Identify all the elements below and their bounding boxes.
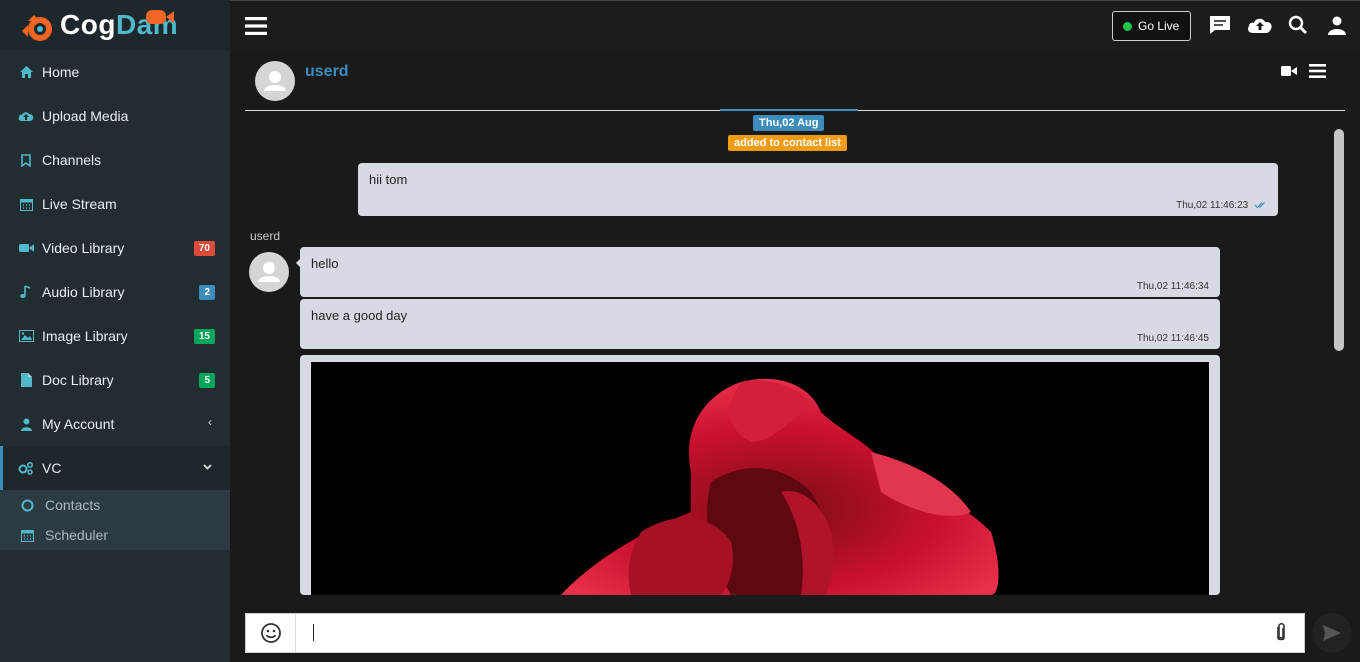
sidebar-item-label: VC: [42, 460, 62, 476]
submenu-item-scheduler[interactable]: Scheduler: [0, 520, 230, 550]
sidebar-item-video-library[interactable]: Video Library 70: [0, 226, 230, 270]
text-cursor: [313, 624, 314, 641]
contact-avatar[interactable]: [255, 61, 295, 101]
top-bar: Go Live: [230, 0, 1360, 51]
chat-panel: userd Thu,02 Aug added to contact list h…: [230, 51, 1360, 662]
camera-mini-icon: [146, 10, 174, 24]
sidebar-item-image-library[interactable]: Image Library 15: [0, 314, 230, 358]
cogs-icon: [18, 460, 34, 476]
smiley-icon: [260, 623, 281, 643]
bookmark-icon: [18, 152, 34, 168]
sidebar-item-home[interactable]: Home: [0, 50, 230, 94]
sidebar-item-audio-library[interactable]: Audio Library 2: [0, 270, 230, 314]
message-text: hii tom: [369, 172, 408, 187]
message-time: Thu,02 11:46:45: [1136, 333, 1209, 344]
sidebar-item-live-stream[interactable]: Live Stream: [0, 182, 230, 226]
date-divider: [720, 109, 858, 111]
sidebar-item-label: My Account: [42, 416, 115, 432]
live-dot-icon: [1123, 21, 1132, 31]
logo-icon: [22, 15, 52, 41]
rose-image[interactable]: [311, 362, 1209, 595]
sidebar-item-label: Audio Library: [42, 284, 125, 300]
message-incoming[interactable]: hello Thu,02 11:46:34: [300, 247, 1220, 297]
chat-menu-icon[interactable]: [1309, 64, 1326, 78]
read-check-icon: [1254, 202, 1265, 209]
circle-icon: [20, 498, 34, 512]
count-badge: 2: [199, 285, 215, 300]
chevron-down-icon: [203, 459, 212, 473]
message-time: Thu,02 11:46:34: [1136, 281, 1209, 292]
music-icon: [18, 284, 34, 300]
search-icon[interactable]: [1286, 13, 1310, 37]
sidebar-item-vc[interactable]: VC: [0, 446, 230, 490]
sidebar: CogDam Home Upload Media Channels Live S…: [0, 0, 230, 662]
user-icon: [18, 416, 34, 432]
image-icon: [18, 328, 34, 344]
sidebar-item-channels[interactable]: Channels: [0, 138, 230, 182]
send-button[interactable]: [1312, 613, 1352, 653]
chevron-left-icon: ‹: [208, 415, 212, 429]
calendar-icon: [20, 528, 34, 542]
message-outgoing[interactable]: hii tom Thu,02 11:46:23: [358, 163, 1278, 216]
rose-image-art: [561, 378, 999, 595]
count-badge: 15: [193, 329, 215, 344]
sidebar-item-my-account[interactable]: My Account ‹: [0, 402, 230, 446]
paperclip-icon[interactable]: [1274, 622, 1288, 644]
go-live-label: Go Live: [1138, 19, 1180, 33]
hamburger-menu-icon[interactable]: [245, 17, 267, 35]
contact-added-notice: added to contact list: [728, 135, 847, 151]
message-text: hello: [311, 256, 339, 271]
message-image[interactable]: [300, 355, 1220, 595]
go-live-button[interactable]: Go Live: [1112, 11, 1191, 41]
count-badge: 70: [193, 241, 215, 256]
sidebar-item-label: Upload Media: [42, 108, 129, 124]
message-incoming[interactable]: have a good day Thu,02 11:46:45: [300, 299, 1220, 349]
message-composer: [245, 613, 1305, 653]
sidebar-item-doc-library[interactable]: Doc Library 5: [0, 358, 230, 402]
vc-submenu: Contacts Scheduler: [0, 490, 230, 550]
file-icon: [18, 372, 34, 388]
calendar-icon: [18, 196, 34, 212]
date-label: Thu,02 Aug: [753, 115, 825, 131]
cloud-upload-icon[interactable]: [1246, 13, 1274, 37]
video-call-icon[interactable]: [1281, 65, 1297, 77]
messages-icon[interactable]: [1208, 13, 1232, 37]
contact-name[interactable]: userd: [305, 63, 349, 81]
message-input[interactable]: [302, 618, 1242, 648]
message-time: Thu,02 11:46:23: [1176, 200, 1268, 211]
chat-header: userd: [245, 51, 1345, 111]
home-icon: [18, 64, 34, 80]
chat-scrollbar[interactable]: [1334, 129, 1344, 351]
count-badge: 5: [199, 373, 215, 388]
brand-logo[interactable]: CogDam: [0, 0, 230, 50]
sender-avatar[interactable]: [249, 252, 289, 292]
sidebar-item-label: Video Library: [42, 240, 125, 256]
user-profile-icon[interactable]: [1325, 13, 1349, 37]
submenu-item-label: Contacts: [45, 497, 101, 513]
sidebar-item-label: Doc Library: [42, 372, 114, 388]
cloud-upload-icon: [18, 108, 34, 124]
send-icon: [1323, 625, 1341, 641]
sidebar-item-label: Image Library: [42, 328, 128, 344]
sidebar-item-label: Live Stream: [42, 196, 117, 212]
submenu-item-contacts[interactable]: Contacts: [0, 490, 230, 520]
sidebar-item-upload-media[interactable]: Upload Media: [0, 94, 230, 138]
sidebar-item-label: Home: [42, 64, 80, 80]
submenu-item-label: Scheduler: [45, 527, 109, 543]
message-text: have a good day: [311, 308, 408, 323]
sidebar-item-label: Channels: [42, 152, 102, 168]
emoji-button[interactable]: [246, 614, 296, 652]
sender-name: userd: [250, 229, 281, 243]
video-icon: [18, 240, 34, 256]
